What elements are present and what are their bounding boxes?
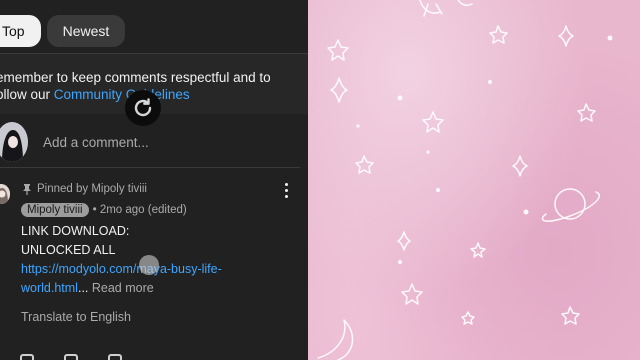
comment-actions (20, 354, 122, 360)
doodle-stars (317, 0, 613, 360)
more-icon[interactable] (280, 181, 292, 199)
ellipsis: ... (77, 281, 89, 295)
sort-chips: Top Newest (0, 15, 126, 47)
add-comment-input[interactable]: Add a comment... (43, 135, 149, 150)
author-badge[interactable]: Mipoly tiviii (21, 203, 89, 217)
comment-time: • 2mo ago (edited) (92, 204, 187, 216)
sort-newest-chip[interactable]: Newest (46, 15, 126, 47)
sort-top-chip[interactable]: Top (0, 15, 41, 47)
translate-button[interactable]: Translate to English (21, 310, 131, 324)
touch-indicator (139, 255, 159, 275)
pinned-text: Pinned by Mipoly tiviii (37, 183, 147, 195)
community-guidelines-link[interactable]: Community Guidelines (54, 87, 190, 102)
background-wallpaper (308, 0, 640, 360)
dislike-icon[interactable] (64, 354, 78, 360)
read-more-button[interactable]: Read more (92, 281, 154, 295)
pin-icon (23, 184, 31, 195)
comment-line: LINK DOWNLOAD: (21, 224, 130, 238)
author-avatar[interactable] (0, 184, 10, 204)
pinned-label: Pinned by Mipoly tiviii (22, 183, 147, 195)
add-comment-row: Add a comment... (0, 114, 308, 168)
pinned-comment: Pinned by Mipoly tiviii Mipoly tiviii • … (0, 172, 308, 360)
comment-meta: Mipoly tiviii • 2mo ago (edited) (21, 203, 187, 217)
like-icon[interactable] (20, 354, 34, 360)
avatar (0, 122, 28, 162)
reply-icon[interactable] (108, 354, 122, 360)
comments-panel: Top Newest emember to keep comments resp… (0, 0, 308, 360)
input-underline (0, 167, 300, 168)
